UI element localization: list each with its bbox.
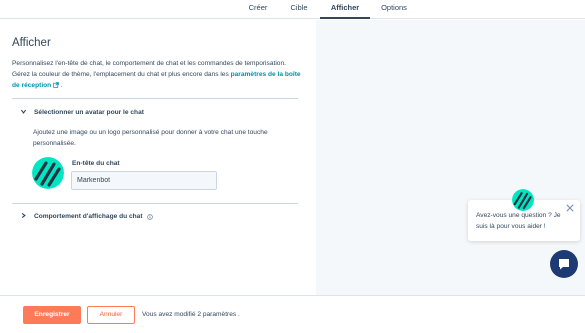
page-description: Personnalisez l'en-tête de chat, le comp… [12,58,302,91]
avatar-section-description: Ajoutez une image ou un logo personnalis… [33,129,268,147]
chat-avatar[interactable] [32,157,64,189]
chevron-right-icon [20,212,28,221]
welcome-message-text: Avez-vous une question ? Je suis là pour… [476,212,561,230]
chat-header-label: En-tête du chat [72,160,120,167]
behavior-section-heading: Comportement d'affichage du chat [34,213,143,220]
info-icon[interactable] [146,213,153,220]
close-icon[interactable] [566,204,574,212]
description-end: . [59,82,63,89]
settings-panel: Afficher Personnalisez l'en-tête de chat… [0,20,316,295]
top-tab-bar: Créer Cible Afficher Options [0,0,585,19]
avatar-logo-icon [32,157,64,189]
divider [12,203,298,204]
chat-launcher-button[interactable] [550,250,578,278]
preview-avatar [512,189,534,211]
tab-creer[interactable]: Créer [244,0,272,19]
tab-options[interactable]: Options [378,0,410,19]
page-title: Afficher [12,37,51,49]
chat-icon [559,259,569,270]
tab-cible[interactable]: Cible [286,0,312,19]
tab-afficher[interactable]: Afficher [320,0,370,19]
avatar-logo-icon [512,189,534,211]
divider [12,98,298,99]
chat-header-input[interactable] [71,171,217,190]
footer-bar: Enregistrer Annuler Vous avez modifié 2 … [0,295,585,333]
avatar-section-heading: Sélectionner un avatar pour le chat [34,109,144,116]
behavior-section-toggle[interactable]: Comportement d'affichage du chat [20,212,153,221]
changes-status: Vous avez modifié 2 paramètres . [142,311,240,318]
chat-preview-panel [316,20,585,295]
save-button[interactable]: Enregistrer [23,306,81,324]
cancel-button[interactable]: Annuler [87,306,135,324]
chevron-down-icon [20,108,28,117]
avatar-section-toggle[interactable]: Sélectionner un avatar pour le chat [20,108,144,117]
